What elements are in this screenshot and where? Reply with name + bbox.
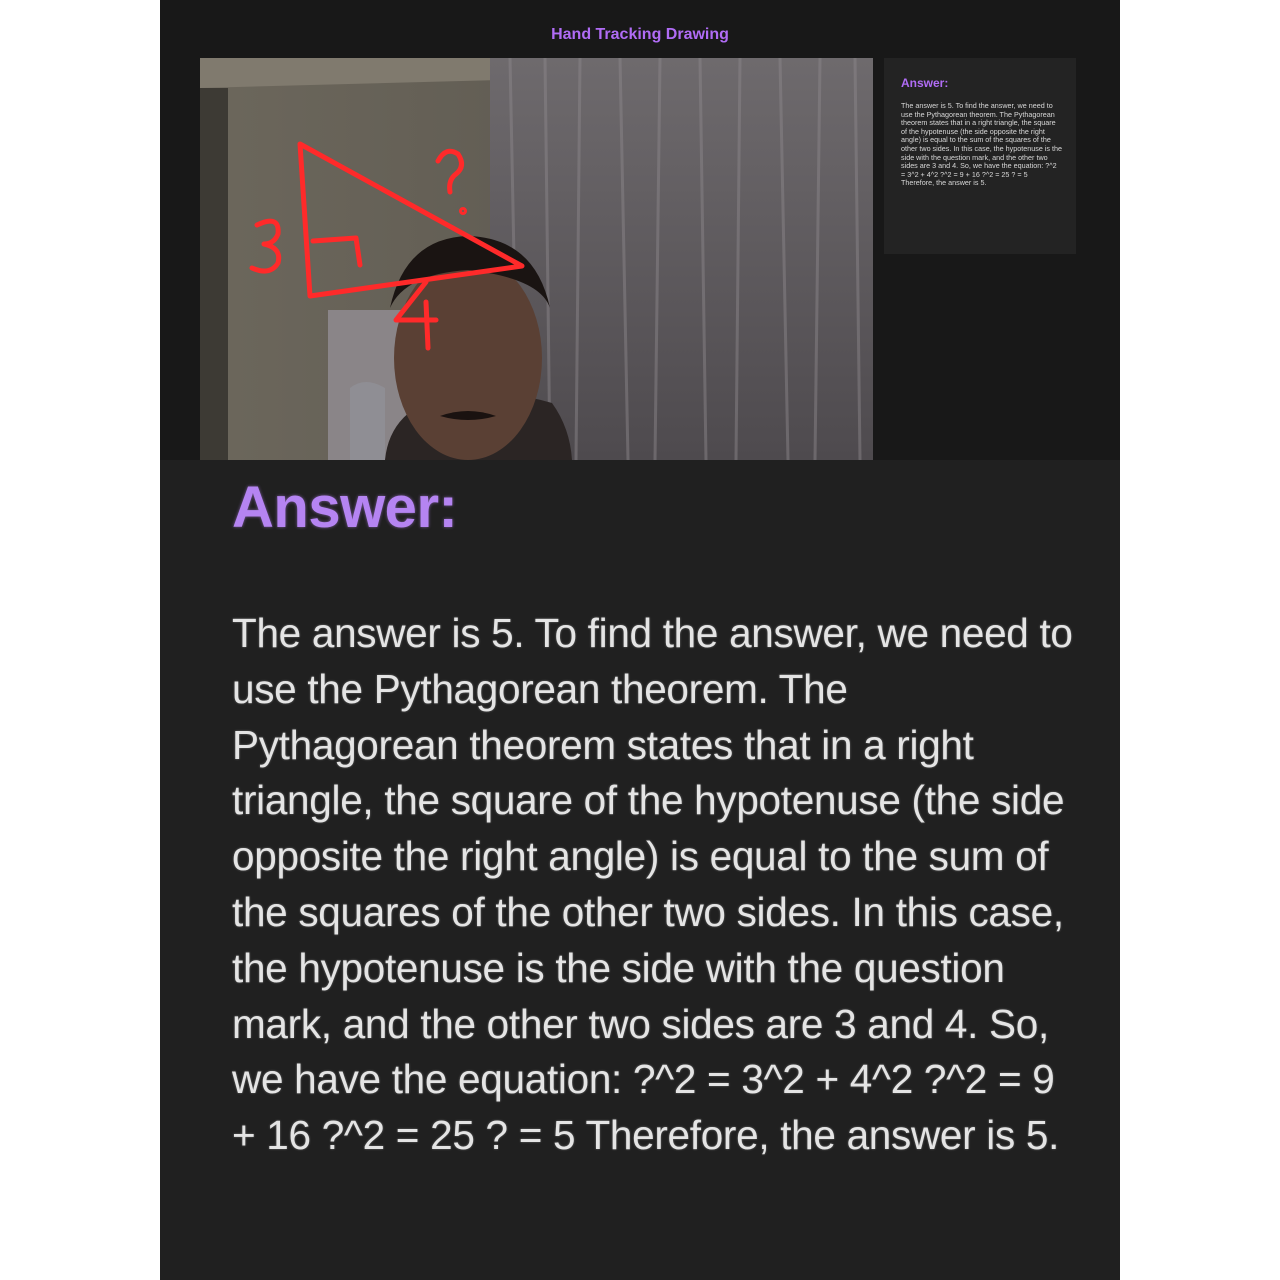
- app-title: Hand Tracking Drawing: [551, 26, 729, 43]
- webcam-video-feed[interactable]: [200, 58, 873, 460]
- zoomed-answer-heading: Answer:: [232, 475, 458, 540]
- doorway: [200, 88, 228, 460]
- answer-text: The answer is 5. To find the answer, we …: [901, 101, 1063, 188]
- question-mark-dot: [459, 207, 467, 215]
- chair: [350, 382, 385, 460]
- app-window: Hand Tracking Drawing Answer: The answer…: [160, 0, 1120, 460]
- answer-heading: Answer:: [901, 76, 949, 90]
- zoomed-answer-panel: Answer: The answer is 5. To find the ans…: [160, 460, 1120, 1280]
- webcam-scene: [200, 58, 873, 460]
- zoomed-answer-text: The answer is 5. To find the answer, we …: [232, 610, 1073, 1159]
- answer-panel: Answer: The answer is 5. To find the ans…: [884, 58, 1076, 254]
